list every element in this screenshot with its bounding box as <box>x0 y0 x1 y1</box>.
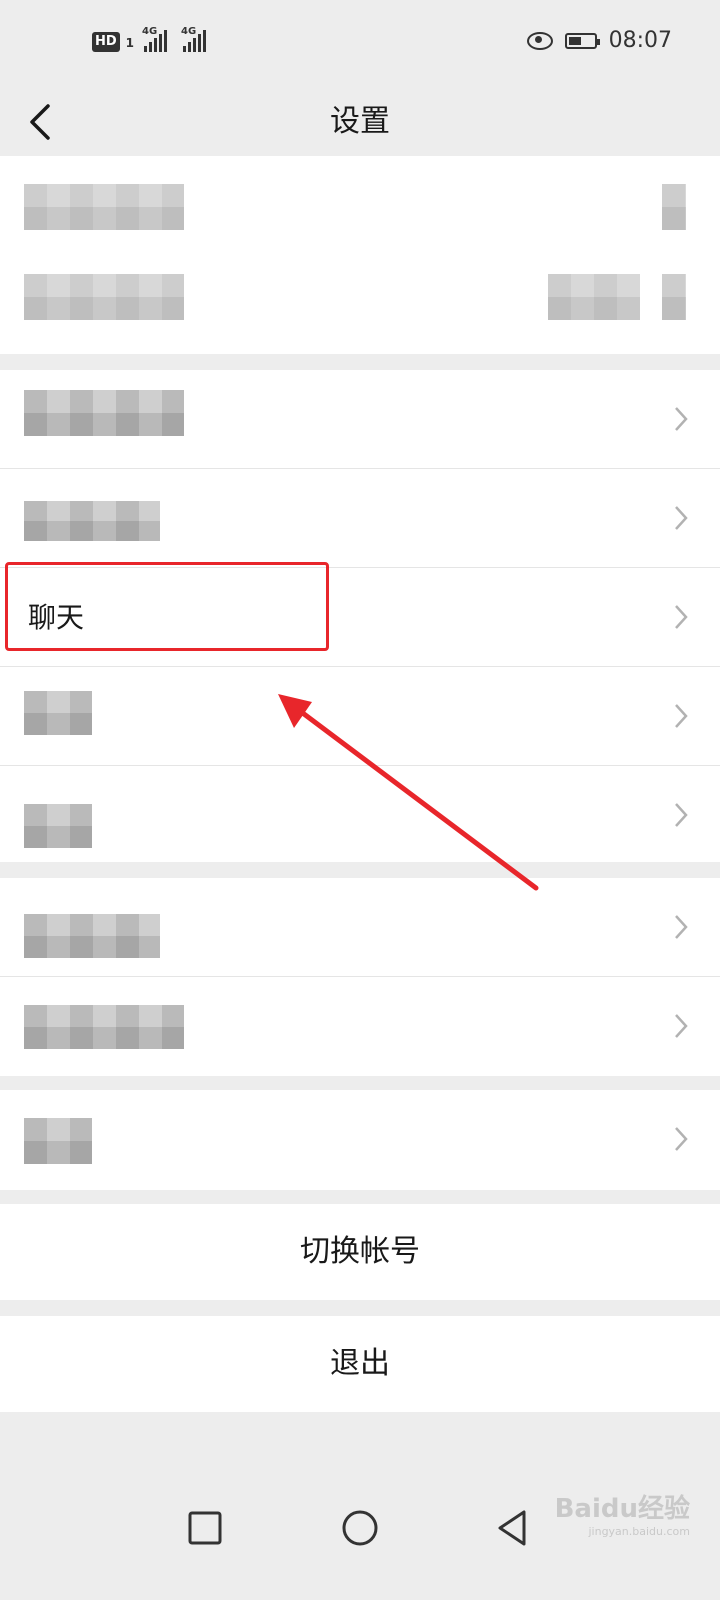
chevron-right-icon <box>675 1014 688 1038</box>
sim-number: 1 <box>125 36 135 50</box>
blurred-value <box>662 184 686 230</box>
list-item[interactable] <box>0 667 720 766</box>
chevron-right-icon <box>675 915 688 939</box>
status-bar: HD 1 4G 4G 08:07 <box>0 0 720 88</box>
recent-apps-icon <box>188 1511 222 1545</box>
switch-account-button[interactable]: 切换帐号 <box>0 1204 720 1300</box>
account-info-row[interactable] <box>0 156 720 354</box>
watermark: Baidu经验 jingyan.baidu.com <box>555 1488 690 1538</box>
watermark-url: jingyan.baidu.com <box>588 1525 690 1538</box>
list-item[interactable] <box>0 370 720 469</box>
logout-button[interactable]: 退出 <box>0 1316 720 1412</box>
list-item[interactable] <box>0 878 720 977</box>
hd-badge: HD <box>92 32 120 52</box>
account-info-group <box>0 156 720 354</box>
blurred-text <box>24 184 184 230</box>
title-bar: 设置 <box>0 88 720 156</box>
chevron-right-icon <box>675 506 688 530</box>
watermark-brand: Baidu经验 <box>554 1494 690 1524</box>
settings-group-about <box>0 1090 720 1190</box>
network-type-2: 4G <box>181 26 197 37</box>
network-type-1: 4G <box>142 26 158 37</box>
back-triangle-icon <box>498 1510 526 1546</box>
status-bar-left: HD 1 4G 4G <box>92 26 207 52</box>
blurred-text <box>24 804 92 848</box>
highlight-box <box>5 562 329 651</box>
chevron-right-icon <box>675 605 688 629</box>
battery-icon <box>564 32 600 49</box>
signal-icon-sim1: 4G <box>142 26 168 52</box>
blurred-text <box>24 914 160 958</box>
blurred-text <box>24 390 184 436</box>
signal-icon-sim2: 4G <box>181 26 207 52</box>
blurred-text <box>24 274 184 320</box>
eye-icon <box>526 31 553 50</box>
blurred-text <box>24 1118 92 1164</box>
clock: 08:07 <box>608 28 672 53</box>
home-icon <box>342 1510 378 1546</box>
status-bar-right: 08:07 <box>526 28 672 53</box>
logout-label: 退出 <box>330 1346 390 1381</box>
blurred-text <box>24 691 92 735</box>
blurred-text <box>24 1005 184 1049</box>
list-item[interactable] <box>0 469 720 568</box>
page-title: 设置 <box>330 104 390 139</box>
chevron-right-icon <box>675 704 688 728</box>
blurred-value <box>662 274 686 320</box>
list-item[interactable] <box>0 766 720 865</box>
chevron-right-icon <box>675 1127 688 1151</box>
blurred-text <box>24 501 160 541</box>
settings-group-secondary <box>0 878 720 1076</box>
chevron-right-icon <box>675 407 688 431</box>
list-item[interactable] <box>0 977 720 1076</box>
blurred-value <box>548 274 640 320</box>
chevron-right-icon <box>675 803 688 827</box>
switch-account-label: 切换帐号 <box>300 1234 420 1269</box>
list-item[interactable] <box>0 1090 720 1189</box>
